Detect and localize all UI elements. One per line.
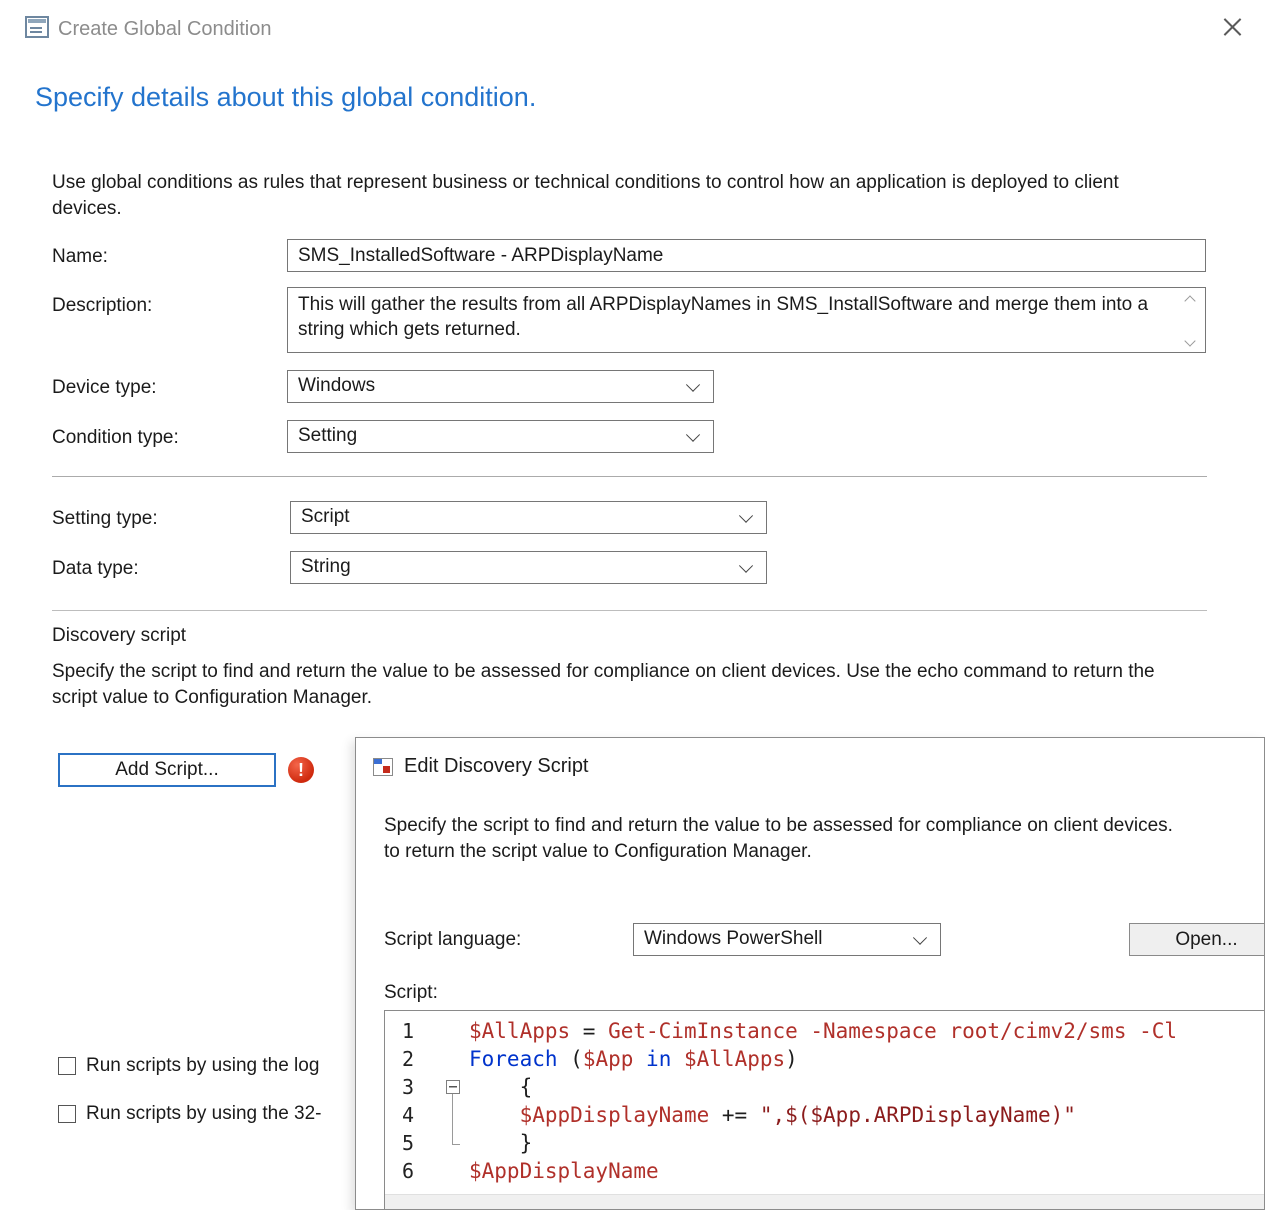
edit-dialog-title: Edit Discovery Script xyxy=(404,755,589,778)
name-label: Name: xyxy=(52,246,108,268)
code-text: $AppDisplayName += ",$($App.ARPDisplayNa… xyxy=(469,1103,1076,1127)
line-number: 4 xyxy=(385,1103,443,1127)
code-line: 2 Foreach ($App in $AllApps) xyxy=(385,1045,1265,1073)
code-line: 1 $AllApps = Get-CimInstance -Namespace r… xyxy=(385,1017,1265,1045)
edit-discovery-script-dialog: Edit Discovery Script Specify the script… xyxy=(355,737,1265,1210)
code-fold-gutter xyxy=(443,1045,469,1073)
script-label: Script: xyxy=(384,982,438,1004)
script-code-editor[interactable]: 1 $AllApps = Get-CimInstance -Namespace r… xyxy=(384,1010,1265,1210)
code-fold-gutter xyxy=(443,1129,469,1157)
data-type-value: String xyxy=(301,556,351,577)
checkbox-icon[interactable] xyxy=(58,1105,76,1123)
line-number: 6 xyxy=(385,1159,443,1183)
line-number: 5 xyxy=(385,1131,443,1155)
device-type-label: Device type: xyxy=(52,377,157,399)
line-number: 2 xyxy=(385,1047,443,1071)
error-icon: ! xyxy=(288,757,314,783)
run-logged-on-credentials-option[interactable]: Run scripts by using the log xyxy=(58,1055,319,1077)
code-text: } xyxy=(469,1131,532,1155)
code-line: 6 $AppDisplayName xyxy=(385,1157,1265,1185)
window-icon xyxy=(25,16,49,38)
description-label: Description: xyxy=(52,295,152,317)
code-fold-gutter xyxy=(443,1101,469,1129)
code-text: $AppDisplayName xyxy=(469,1159,659,1183)
checkbox-label: Run scripts by using the log xyxy=(86,1055,319,1077)
title-bar: Create Global Condition xyxy=(0,0,1265,56)
description-input[interactable]: This will gather the results from all AR… xyxy=(287,287,1206,353)
run-32bit-host-option[interactable]: Run scripts by using the 32- xyxy=(58,1103,322,1125)
code-fold-icon[interactable] xyxy=(443,1073,469,1101)
edit-dialog-description-line1: Specify the script to find and return th… xyxy=(384,813,1264,839)
condition-type-value: Setting xyxy=(298,425,357,446)
description-value: This will gather the results from all AR… xyxy=(298,294,1148,340)
setting-type-dropdown[interactable]: Script xyxy=(290,501,767,534)
section-divider xyxy=(52,610,1207,611)
script-dialog-icon xyxy=(373,758,393,776)
device-type-dropdown[interactable]: Windows xyxy=(287,370,714,403)
intro-text: Use global conditions as rules that repr… xyxy=(52,170,1192,222)
edit-dialog-description-line2: to return the script value to Configurat… xyxy=(384,839,1264,865)
data-type-label: Data type: xyxy=(52,558,139,580)
code-text: { xyxy=(469,1075,532,1099)
scroll-down-icon[interactable] xyxy=(1186,335,1196,345)
code-line: 5 } xyxy=(385,1129,1265,1157)
scroll-up-icon[interactable] xyxy=(1186,295,1196,305)
device-type-value: Windows xyxy=(298,375,375,396)
name-input[interactable] xyxy=(287,239,1206,272)
setting-type-value: Script xyxy=(301,506,350,527)
condition-type-label: Condition type: xyxy=(52,427,179,449)
create-global-condition-window: Create Global Condition Specify details … xyxy=(0,0,1265,1210)
checkbox-label: Run scripts by using the 32- xyxy=(86,1103,322,1125)
add-script-button[interactable]: Add Script... xyxy=(58,753,276,787)
script-language-value: Windows PowerShell xyxy=(644,928,822,949)
section-divider xyxy=(52,476,1207,477)
horizontal-scrollbar[interactable] xyxy=(385,1194,1265,1210)
code-text: Foreach ($App in $AllApps) xyxy=(469,1047,798,1071)
data-type-dropdown[interactable]: String xyxy=(290,551,767,584)
code-line: 3 { xyxy=(385,1073,1265,1101)
page-title: Specify details about this global condit… xyxy=(35,82,536,113)
code-text: $AllApps = Get-CimInstance -Namespace ro… xyxy=(469,1019,1177,1043)
window-title: Create Global Condition xyxy=(58,18,271,41)
line-number: 1 xyxy=(385,1019,443,1043)
code-fold-gutter xyxy=(443,1157,469,1185)
discovery-script-description: Specify the script to find and return th… xyxy=(52,659,1197,711)
open-button[interactable]: Open... xyxy=(1129,923,1265,956)
line-number: 3 xyxy=(385,1075,443,1099)
code-fold-gutter xyxy=(443,1017,469,1045)
discovery-script-label: Discovery script xyxy=(52,625,186,647)
close-icon[interactable] xyxy=(1217,12,1247,42)
script-language-label: Script language: xyxy=(384,929,521,951)
condition-type-dropdown[interactable]: Setting xyxy=(287,420,714,453)
code-lines: 1 $AllApps = Get-CimInstance -Namespace r… xyxy=(385,1017,1265,1185)
checkbox-icon[interactable] xyxy=(58,1057,76,1075)
code-line: 4 $AppDisplayName += ",$($App.ARPDisplay… xyxy=(385,1101,1265,1129)
script-language-dropdown[interactable]: Windows PowerShell xyxy=(633,923,941,956)
setting-type-label: Setting type: xyxy=(52,508,158,530)
